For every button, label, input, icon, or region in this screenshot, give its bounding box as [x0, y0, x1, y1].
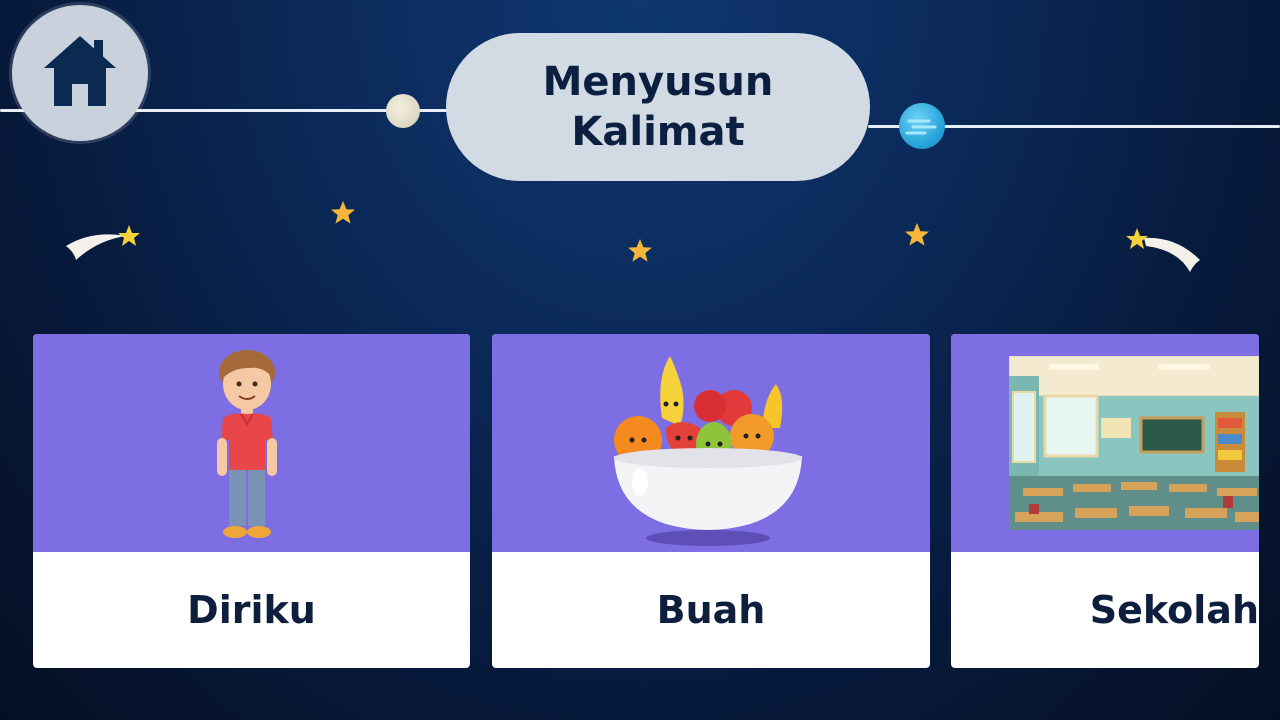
card-label: Buah [656, 588, 766, 632]
star-icon [331, 201, 355, 224]
card-label: Sekolah [1089, 588, 1259, 632]
category-card-buah[interactable]: Buah [492, 334, 930, 668]
card-image-area [951, 334, 1259, 552]
card-image-area [33, 334, 470, 552]
card-image-area [492, 334, 930, 552]
home-icon [42, 34, 118, 112]
star-icon [628, 239, 652, 262]
title-pill: Menyusun Kalimat [446, 33, 870, 181]
shooting-star-icon [66, 225, 140, 260]
card-label: Diriku [187, 588, 316, 632]
page-title: Menyusun Kalimat [542, 59, 774, 155]
moon-decoration [386, 94, 420, 128]
home-button[interactable] [12, 5, 148, 141]
boy-illustration [217, 350, 277, 538]
planet-decoration [899, 103, 945, 149]
category-card-sekolah[interactable]: Sekolah [951, 334, 1259, 668]
shooting-star-icon [1126, 228, 1200, 272]
classroom-illustration [1009, 356, 1259, 530]
fruit-bowl-illustration [614, 356, 802, 546]
star-icon [905, 223, 929, 246]
category-card-diriku[interactable]: Diriku [33, 334, 470, 668]
